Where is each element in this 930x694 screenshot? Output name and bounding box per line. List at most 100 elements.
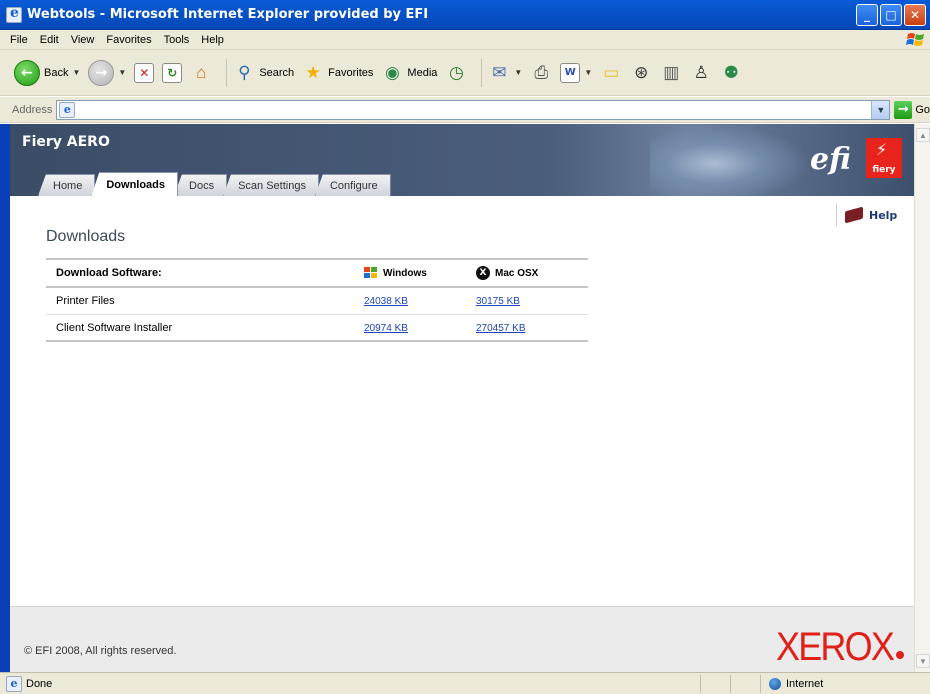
back-dropdown-icon[interactable]: ▼ <box>72 68 80 77</box>
back-button[interactable]: ← Back ▼ <box>14 59 80 86</box>
help-link[interactable]: Help <box>836 204 897 226</box>
edit-dropdown-icon[interactable]: ▼ <box>584 68 592 77</box>
table-header: Download Software: Windows X Mac OSX <box>46 258 588 288</box>
copyright-text: © EFI 2008, All rights reserved. <box>24 645 177 657</box>
media-icon: ◉ <box>385 62 400 82</box>
client-installer-mac-link[interactable]: 270457 KB <box>476 323 526 334</box>
search-button[interactable]: ⚲ Search <box>233 62 294 84</box>
forward-button[interactable]: → ▼ <box>88 59 126 86</box>
close-button[interactable]: ✕ <box>904 4 926 26</box>
page-content: Fiery AERO efi fiery Home Downloads Docs… <box>10 124 914 672</box>
toolbar: ← Back ▼ → ▼ ✕ ↻ ⌂ ⚲ Search ★ Favorites … <box>0 50 930 96</box>
address-label: Address <box>12 103 53 116</box>
contacts-button[interactable]: ⚉ <box>720 62 742 84</box>
scroll-up-icon[interactable]: ▲ <box>916 128 930 142</box>
books-icon: ▥ <box>663 62 680 82</box>
toolbar-separator <box>226 58 228 87</box>
status-segment <box>700 674 730 693</box>
forward-dropdown-icon[interactable]: ▼ <box>118 68 126 77</box>
fiery-logo: fiery <box>866 138 902 178</box>
menu-bar: File Edit View Favorites Tools Help <box>0 30 930 50</box>
fiery-banner: Fiery AERO efi fiery Home Downloads Docs… <box>10 124 914 196</box>
stop-button[interactable]: ✕ <box>134 62 155 83</box>
ie-icon <box>6 5 22 23</box>
xerox-logo: XEROX <box>776 625 895 669</box>
menu-tools[interactable]: Tools <box>164 34 190 46</box>
word-icon: W <box>560 62 581 83</box>
menu-edit[interactable]: Edit <box>40 34 59 46</box>
research-icon: ⊛ <box>634 62 649 82</box>
column-header-windows: Windows <box>364 267 476 279</box>
downloads-table: Download Software: Windows X Mac OSX Pri… <box>46 258 588 342</box>
related-button[interactable]: ▥ <box>660 62 682 84</box>
status-text: Done <box>26 677 53 690</box>
tab-docs[interactable]: Docs <box>174 174 228 196</box>
status-left: e Done <box>0 675 700 692</box>
help-label: Help <box>869 208 898 222</box>
window-controls: _ □ ✕ <box>856 4 926 26</box>
security-zone: Internet <box>760 674 900 693</box>
efi-logo: efi <box>810 142 851 177</box>
page-icon: e <box>59 101 76 118</box>
windows-icon <box>364 267 378 279</box>
home-button[interactable]: ⌂ <box>190 62 212 84</box>
window-frame-left <box>0 124 10 672</box>
print-icon: ⎙ <box>534 62 549 82</box>
address-dropdown-icon[interactable]: ▼ <box>871 100 890 119</box>
window-title: Webtools - Microsoft Internet Explorer p… <box>27 7 429 22</box>
refresh-button[interactable]: ↻ <box>162 62 183 83</box>
column-header-software: Download Software: <box>56 267 162 279</box>
page-title: Downloads <box>46 228 126 245</box>
menu-favorites[interactable]: Favorites <box>106 34 151 46</box>
menu-file[interactable]: File <box>10 34 28 46</box>
row-name: Printer Files <box>56 295 115 307</box>
user-icon: ♙ <box>693 62 709 82</box>
go-button[interactable]: → Go <box>894 100 930 119</box>
history-button[interactable]: ◷ <box>445 62 467 84</box>
banner-title: Fiery AERO <box>22 134 110 150</box>
back-arrow-icon: ← <box>14 59 40 86</box>
minimize-button[interactable]: _ <box>856 4 878 26</box>
windows-logo-icon <box>906 33 924 46</box>
xerox-mark-icon <box>896 651 904 659</box>
status-segment <box>730 674 760 693</box>
star-icon: ★ <box>305 62 321 82</box>
mail-button[interactable]: ✉ ▼ <box>488 62 522 84</box>
scroll-down-icon[interactable]: ▼ <box>916 654 930 668</box>
print-button[interactable]: ⎙ <box>530 62 552 84</box>
research-button[interactable]: ⊛ <box>630 62 652 84</box>
menu-help[interactable]: Help <box>201 34 224 46</box>
printer-files-mac-link[interactable]: 30175 KB <box>476 296 520 307</box>
book-icon <box>845 206 863 224</box>
mac-osx-icon: X <box>476 266 490 280</box>
address-input[interactable]: e ▼ <box>56 99 891 120</box>
title-bar: Webtools - Microsoft Internet Explorer p… <box>0 0 930 30</box>
table-row: Printer Files 24038 KB 30175 KB <box>46 288 588 315</box>
contacts-icon: ⚉ <box>723 62 739 82</box>
messenger-button[interactable]: ♙ <box>690 62 712 84</box>
row-name: Client Software Installer <box>56 321 173 334</box>
tab-scan-settings[interactable]: Scan Settings <box>223 174 319 196</box>
discuss-button[interactable]: ▭ <box>600 62 622 84</box>
tab-downloads[interactable]: Downloads <box>91 172 179 196</box>
media-button[interactable]: ◉ Media <box>381 62 437 84</box>
client-installer-windows-link[interactable]: 20974 KB <box>364 323 408 334</box>
table-row: Client Software Installer 20974 KB 27045… <box>46 315 588 342</box>
column-header-mac: X Mac OSX <box>476 266 588 280</box>
tab-home[interactable]: Home <box>38 174 96 196</box>
maximize-button[interactable]: □ <box>880 4 902 26</box>
favorites-button[interactable]: ★ Favorites <box>302 62 374 84</box>
history-icon: ◷ <box>448 62 464 82</box>
refresh-icon: ↻ <box>162 62 183 83</box>
nav-tabs: Home Downloads Docs Scan Settings Config… <box>38 172 391 196</box>
page-icon: e <box>6 675 22 692</box>
edit-button[interactable]: W ▼ <box>560 62 592 83</box>
toolbar-separator <box>481 58 483 87</box>
menu-view[interactable]: View <box>71 34 95 46</box>
tab-configure[interactable]: Configure <box>314 174 391 196</box>
mail-icon: ✉ <box>492 62 507 82</box>
printer-files-windows-link[interactable]: 24038 KB <box>364 296 408 307</box>
vertical-scrollbar[interactable]: ▲ ▼ <box>914 124 930 672</box>
globe-icon <box>769 677 781 690</box>
mail-dropdown-icon[interactable]: ▼ <box>514 68 522 77</box>
